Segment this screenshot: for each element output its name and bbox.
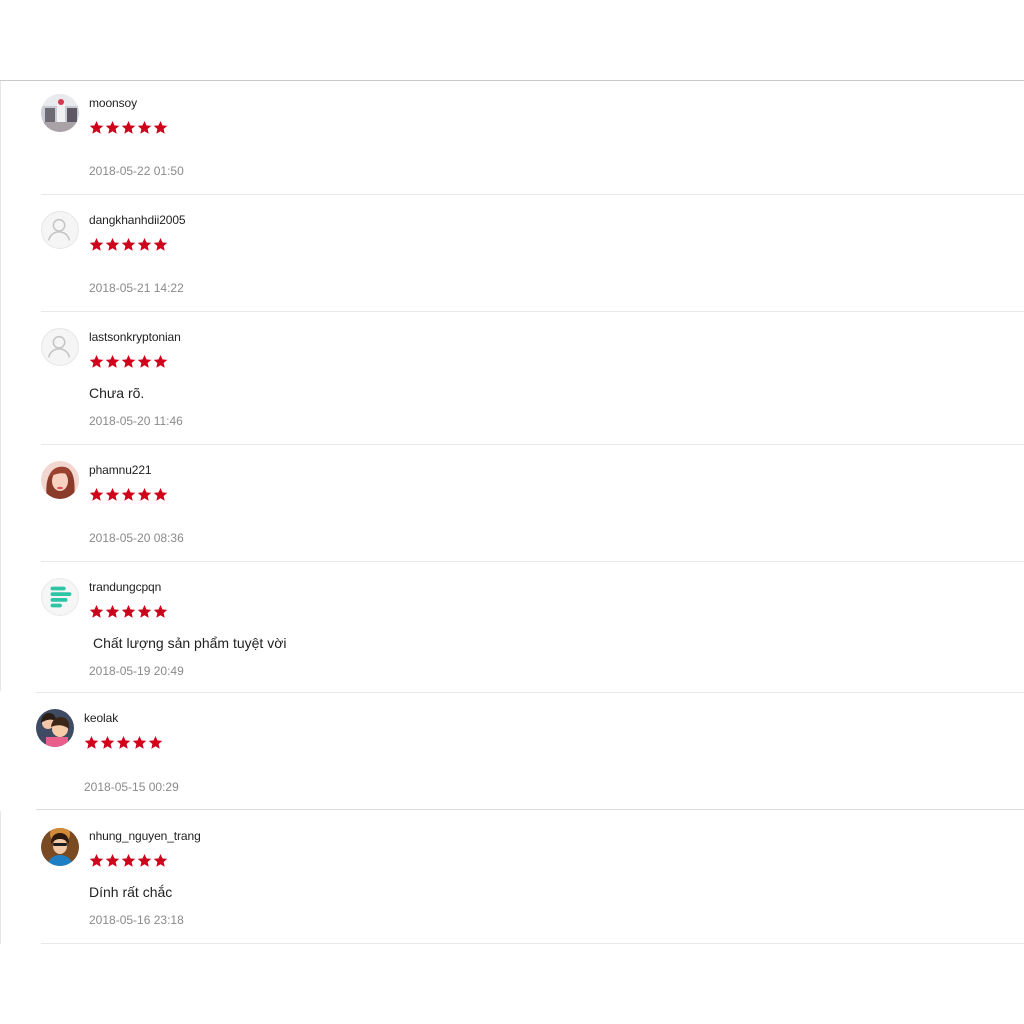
star-icon [121, 354, 136, 368]
photo-icon [36, 709, 74, 747]
star-icon [121, 604, 136, 618]
review-timestamp: 2018-05-21 14:22 [89, 281, 184, 295]
star-icon [105, 120, 120, 134]
star-icon [89, 237, 104, 251]
rating-stars [89, 604, 168, 620]
star-icon [89, 853, 104, 867]
rating-stars [89, 487, 168, 503]
left-border [0, 81, 1, 691]
review-comment: Dính rất chắc [89, 884, 173, 900]
review-comment: Chưa rõ. [89, 385, 145, 401]
photo-icon [41, 94, 79, 132]
username[interactable]: keolak [84, 711, 118, 725]
star-icon [100, 735, 115, 749]
star-icon [89, 604, 104, 618]
star-icon [132, 735, 147, 749]
review-timestamp: 2018-05-15 00:29 [84, 780, 179, 794]
username[interactable]: trandungcpqn [89, 580, 161, 594]
review-divider [41, 311, 1024, 312]
rating-stars [89, 354, 168, 370]
star-icon [116, 735, 131, 749]
star-icon [105, 237, 120, 251]
username[interactable]: moonsoy [89, 96, 137, 110]
star-icon [84, 735, 99, 749]
star-icon [121, 487, 136, 501]
star-icon [137, 354, 152, 368]
avatar[interactable] [41, 94, 79, 132]
star-icon [137, 237, 152, 251]
star-icon [137, 604, 152, 618]
star-icon [137, 120, 152, 134]
review-timestamp: 2018-05-20 08:36 [89, 531, 184, 545]
star-icon [153, 853, 168, 867]
default-user-icon [47, 335, 71, 358]
avatar[interactable] [41, 328, 79, 366]
star-icon [121, 120, 136, 134]
default-user-icon [47, 218, 71, 241]
rating-stars [84, 735, 163, 751]
review-timestamp: 2018-05-20 11:46 [89, 414, 183, 428]
star-icon [105, 354, 120, 368]
star-icon [137, 487, 152, 501]
top-divider [0, 80, 1024, 81]
star-icon [89, 354, 104, 368]
username[interactable]: phamnu221 [89, 463, 152, 477]
star-icon [121, 237, 136, 251]
avatar[interactable] [41, 461, 79, 499]
star-icon [153, 487, 168, 501]
review-divider [41, 444, 1024, 445]
star-icon [105, 853, 120, 867]
avatar[interactable] [41, 828, 79, 866]
avatar[interactable] [41, 578, 79, 616]
review-timestamp: 2018-05-19 20:49 [89, 664, 184, 678]
avatar[interactable] [41, 211, 79, 249]
review-timestamp: 2018-05-22 01:50 [89, 164, 184, 178]
username[interactable]: lastsonkryptonian [89, 330, 181, 344]
star-icon [89, 120, 104, 134]
review-divider [41, 194, 1024, 195]
review-divider [41, 561, 1024, 562]
chat-logo-icon [50, 586, 72, 608]
review-divider [36, 692, 1024, 693]
rating-stars [89, 237, 168, 253]
review-divider [36, 809, 1024, 810]
review-timestamp: 2018-05-16 23:18 [89, 913, 184, 927]
star-icon [105, 487, 120, 501]
star-icon [121, 853, 136, 867]
username[interactable]: dangkhanhdii2005 [89, 213, 186, 227]
review-comment: Chất lượng sản phẩm tuyệt vời [93, 635, 287, 651]
star-icon [148, 735, 163, 749]
star-icon [153, 120, 168, 134]
rating-stars [89, 853, 168, 869]
photo-icon [41, 461, 79, 499]
star-icon [105, 604, 120, 618]
rating-stars [89, 120, 168, 136]
avatar[interactable] [36, 709, 74, 747]
star-icon [153, 604, 168, 618]
star-icon [153, 354, 168, 368]
left-border [0, 811, 1, 944]
photo-icon [41, 828, 79, 866]
star-icon [137, 853, 152, 867]
username[interactable]: nhung_nguyen_trang [89, 829, 201, 843]
star-icon [153, 237, 168, 251]
review-divider [41, 943, 1024, 944]
star-icon [89, 487, 104, 501]
